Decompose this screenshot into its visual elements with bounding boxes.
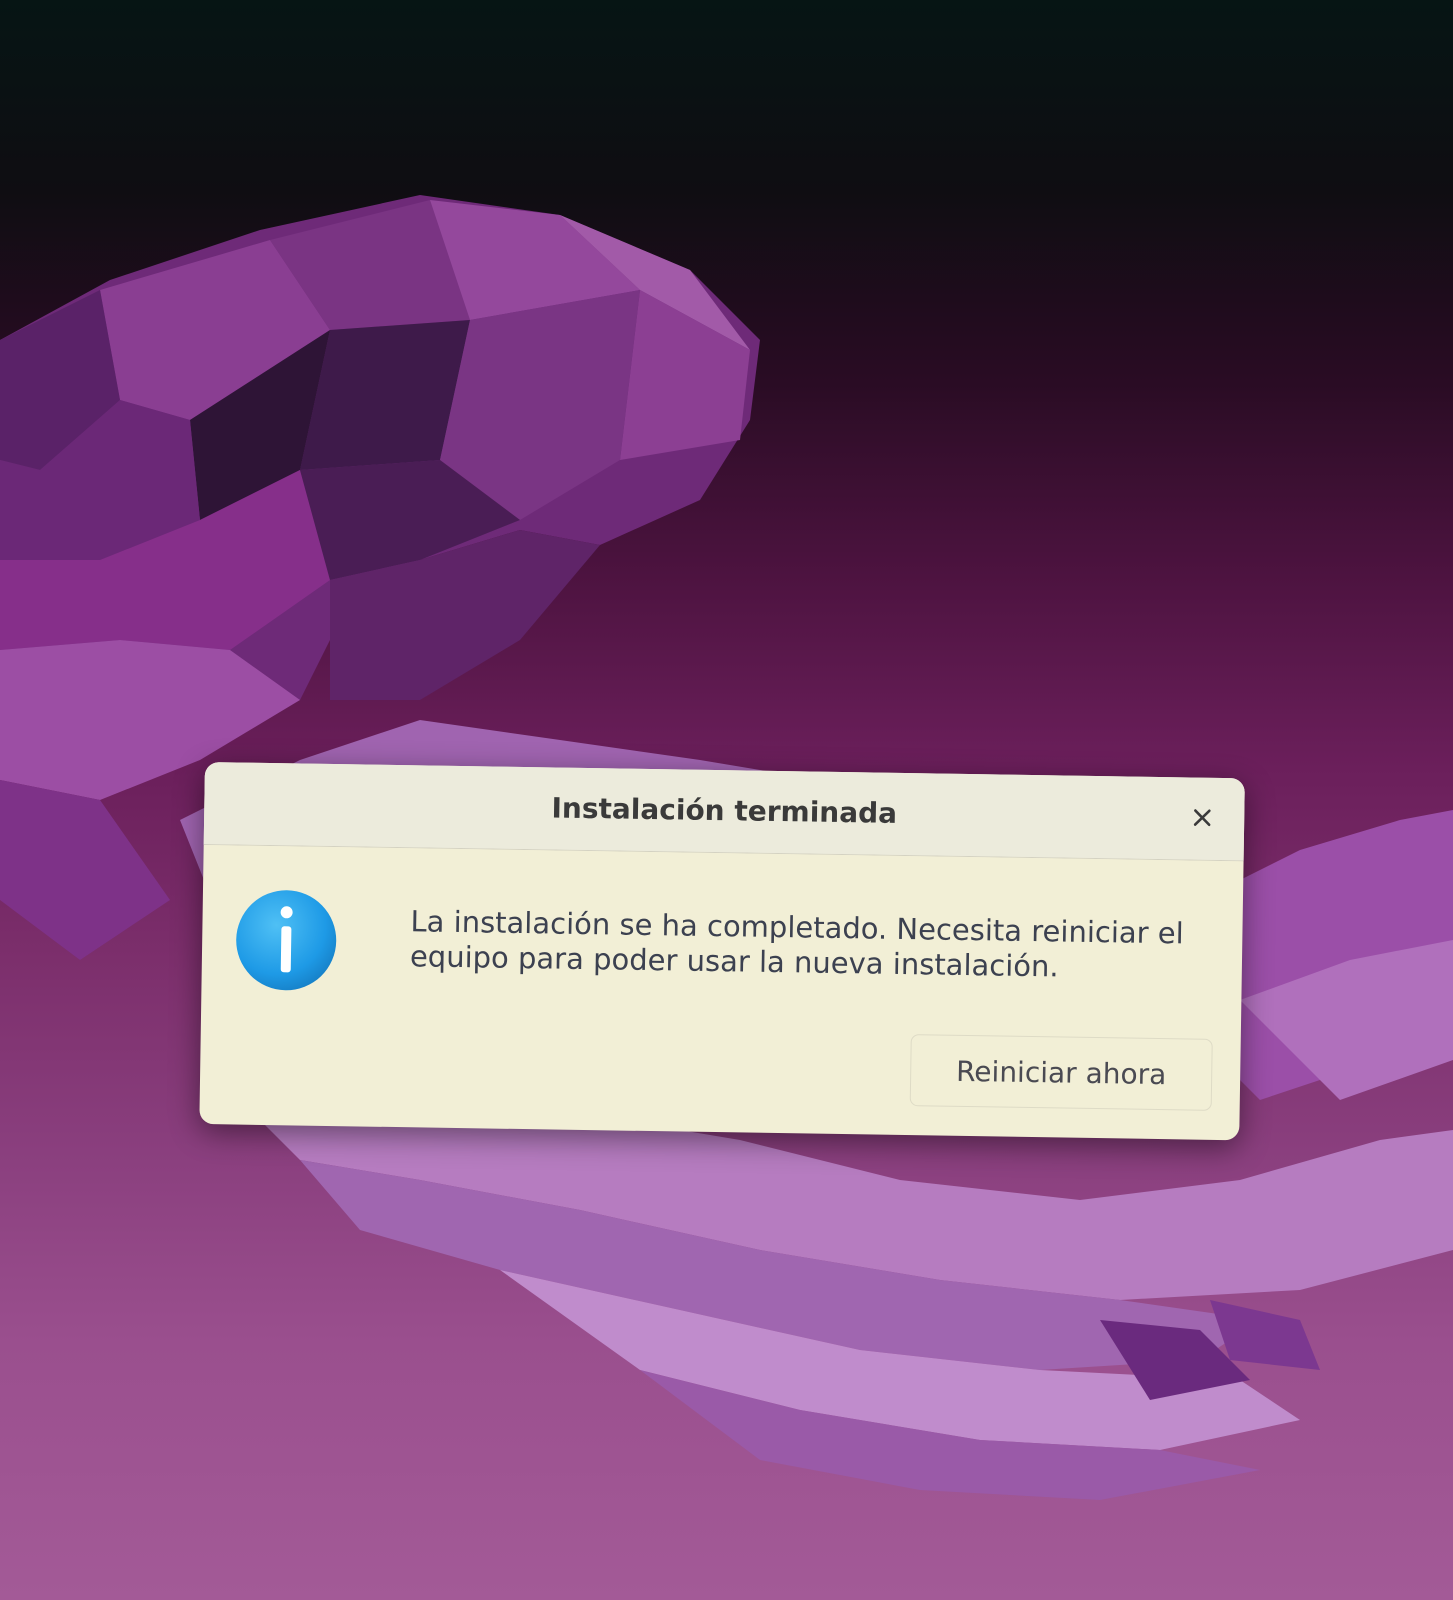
dialog-message: La instalación se ha completado. Necesit… — [409, 904, 1184, 984]
dialog-body: La instalación se ha completado. Necesit… — [199, 845, 1243, 1141]
restart-now-button[interactable]: Reiniciar ahora — [909, 1034, 1213, 1111]
dialog-titlebar: Instalación terminada — [203, 762, 1245, 862]
dialog-title: Instalación terminada — [551, 791, 898, 830]
info-icon — [236, 890, 337, 991]
desktop: Instalación terminada La instalación se … — [0, 0, 1453, 1600]
installation-complete-dialog: Instalación terminada La instalación se … — [199, 762, 1245, 1141]
close-icon — [1193, 809, 1211, 827]
